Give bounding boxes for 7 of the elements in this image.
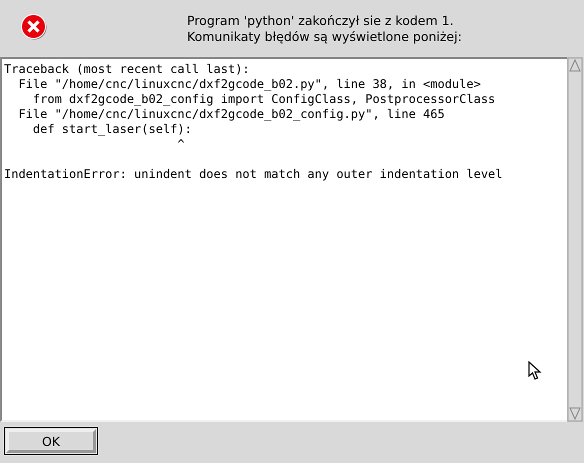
traceback-text: Traceback (most recent call last): File "/home/cnc/linuxcnc/dxf2gcode_b02.py", line 38, in <module> from dxf2gcode_b02_config import ConfigClass, PostprocessorClass File "/home/cnc/linuxcnc/dxf2gcode_b02_config.py", line 465 def start_laser(self): ^ IndentationError: unindent does not match any outer indentation level — [4, 62, 504, 182]
ok-button[interactable]: OK — [6, 429, 96, 453]
output-text-area[interactable] — [0, 57, 567, 422]
error-message: Program 'python' zakończył sie z kodem 1. Komunikaty błędów są wyświetlone poniżej: — [187, 13, 462, 45]
scrollbar[interactable] — [567, 57, 583, 422]
mouse-pointer-icon — [528, 361, 542, 381]
error-icon — [21, 14, 47, 40]
